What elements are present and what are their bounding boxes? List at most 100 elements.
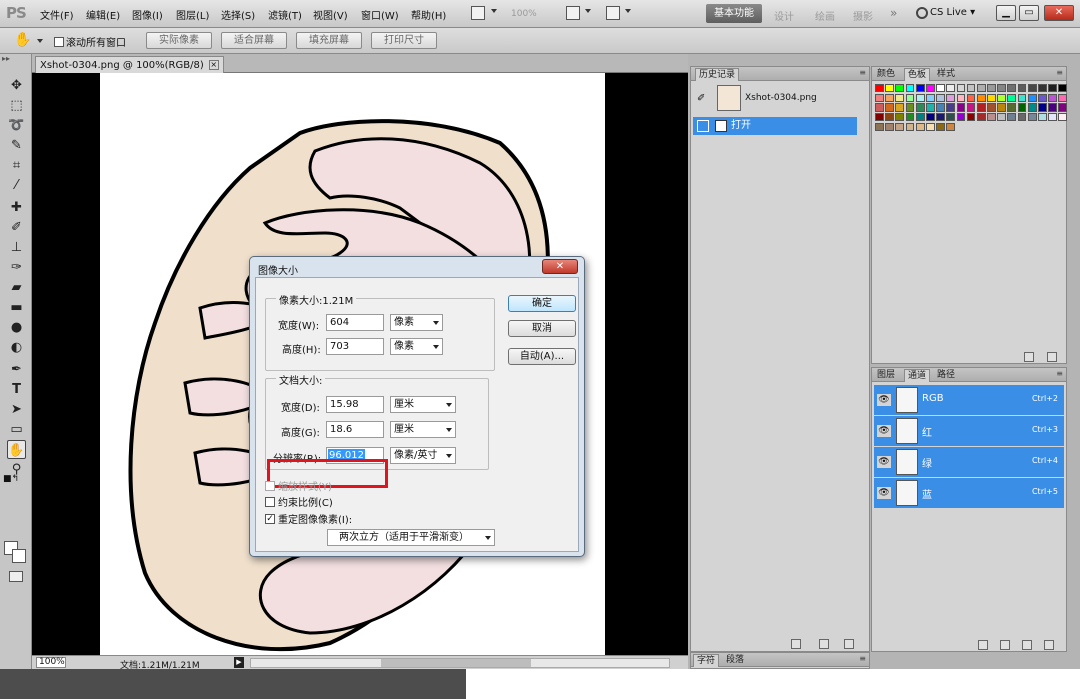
color-swatch[interactable] <box>936 84 945 93</box>
history-brush-source-icon[interactable]: ✐ <box>697 93 705 104</box>
color-swatch[interactable] <box>1048 113 1057 122</box>
checkbox-icon[interactable] <box>265 480 275 491</box>
print-size-button[interactable]: 打印尺寸 <box>371 32 437 49</box>
eye-icon[interactable]: 👁 <box>877 394 891 406</box>
fit-screen-button[interactable]: 适合屏幕 <box>221 32 287 49</box>
new-swatch-icon[interactable] <box>1024 352 1034 362</box>
tab-layers[interactable]: 图层 <box>874 369 898 382</box>
color-swatch[interactable] <box>895 93 905 102</box>
eyedropper-tool-icon[interactable]: ⁄ <box>7 176 26 195</box>
shape-tool-icon[interactable]: ▭ <box>7 420 26 439</box>
color-swatch[interactable] <box>875 84 884 93</box>
zoom-dropdown[interactable]: 100% <box>511 9 537 19</box>
tab-paths[interactable]: 路径 <box>934 369 958 382</box>
color-swatch[interactable] <box>925 122 935 132</box>
color-swatch[interactable] <box>1017 93 1027 102</box>
color-swatch[interactable] <box>976 84 986 93</box>
color-swatch[interactable] <box>1027 113 1037 122</box>
color-swatch[interactable] <box>925 84 935 93</box>
history-brush-tool-icon[interactable]: ✑ <box>7 258 26 277</box>
color-swatch[interactable] <box>976 113 986 122</box>
color-swatch[interactable] <box>895 84 905 93</box>
resample-image-checkbox[interactable]: ✓ 重定图像像素(I): <box>265 511 352 526</box>
color-swatch[interactable] <box>1027 84 1037 93</box>
color-swatch[interactable] <box>1058 113 1068 122</box>
lasso-tool-icon[interactable]: ➰ <box>7 116 26 135</box>
color-swatch[interactable] <box>875 93 884 102</box>
tab-channels[interactable]: 通道 <box>904 369 931 382</box>
color-swatch[interactable] <box>905 103 915 112</box>
move-tool-icon[interactable]: ✥ <box>7 76 26 95</box>
color-swatch[interactable] <box>925 113 935 122</box>
color-swatch[interactable] <box>895 113 905 122</box>
actual-pixels-button[interactable]: 实际像素 <box>146 32 212 49</box>
eraser-tool-icon[interactable]: ▰ <box>7 278 26 297</box>
color-swatch[interactable] <box>997 103 1007 112</box>
minimize-button[interactable]: ▁ <box>996 5 1016 21</box>
scale-styles-checkbox[interactable]: 缩放样式(Y) <box>265 478 332 493</box>
close-dialog-button[interactable]: ✕ <box>542 259 578 274</box>
scrollbar-thumb[interactable] <box>381 659 531 667</box>
color-swatch[interactable] <box>936 113 945 122</box>
fill-screen-button[interactable]: 填充屏幕 <box>296 32 362 49</box>
quick-select-tool-icon[interactable]: ✎ <box>7 136 26 155</box>
eye-icon[interactable]: 👁 <box>877 487 891 499</box>
stamp-tool-icon[interactable]: ⊥ <box>7 238 26 257</box>
swap-colors-icon[interactable]: ■↰ <box>3 474 19 484</box>
trash-icon[interactable] <box>844 639 854 649</box>
color-swatch[interactable] <box>905 122 915 132</box>
color-swatch[interactable] <box>885 93 894 102</box>
color-swatch[interactable] <box>936 122 945 132</box>
color-swatch[interactable] <box>966 113 976 122</box>
color-swatch[interactable] <box>946 103 956 112</box>
workspace-photography[interactable]: 摄影 <box>853 8 873 23</box>
color-swatch[interactable] <box>966 93 976 102</box>
color-swatch[interactable] <box>956 93 966 102</box>
color-swatch[interactable] <box>885 103 894 112</box>
color-swatch[interactable] <box>925 93 935 102</box>
channel-row-rgb[interactable]: 👁 RGB Ctrl+2 <box>874 385 1064 415</box>
menu-edit[interactable]: 编辑(E) <box>86 7 120 22</box>
panel-menu-icon[interactable]: ≡ <box>859 68 866 77</box>
color-swatch[interactable] <box>905 84 915 93</box>
color-swatch[interactable] <box>976 93 986 102</box>
brush-tool-icon[interactable]: ✐ <box>7 218 26 237</box>
close-icon[interactable]: × <box>208 60 219 70</box>
color-swatch[interactable] <box>966 103 976 112</box>
color-swatch[interactable] <box>1007 93 1017 102</box>
checkbox-icon[interactable] <box>265 496 275 507</box>
channel-row-green[interactable]: 👁 绿 Ctrl+4 <box>874 447 1064 477</box>
color-swatch[interactable] <box>956 103 966 112</box>
color-swatch[interactable] <box>875 122 884 132</box>
color-swatch[interactable] <box>1058 93 1068 102</box>
menu-filter[interactable]: 滤镜(T) <box>268 7 302 22</box>
arrange-documents-icon[interactable] <box>566 6 580 20</box>
healing-tool-icon[interactable]: ✚ <box>7 198 26 217</box>
color-swatch[interactable] <box>1038 84 1047 93</box>
horizontal-scrollbar[interactable] <box>250 658 670 668</box>
menu-file[interactable]: 文件(F) <box>40 7 74 22</box>
color-swatch[interactable] <box>915 84 925 93</box>
blur-tool-icon[interactable]: ● <box>7 318 26 337</box>
chevron-down-icon[interactable] <box>37 39 43 43</box>
color-swatch[interactable] <box>1017 84 1027 93</box>
tab-paragraph[interactable]: 段落 <box>723 654 747 667</box>
color-swatch[interactable] <box>987 84 996 93</box>
panel-menu-icon[interactable]: ≡ <box>859 654 866 663</box>
quick-mask-icon[interactable] <box>9 571 23 582</box>
chevron-down-icon[interactable] <box>491 9 497 13</box>
constrain-proportions-checkbox[interactable]: 约束比例(C) <box>265 494 333 509</box>
color-swatch[interactable] <box>875 103 884 112</box>
color-swatch[interactable] <box>997 84 1007 93</box>
color-swatch[interactable] <box>1038 113 1047 122</box>
checkmark-icon[interactable]: ✓ <box>265 513 275 524</box>
color-swatch[interactable] <box>936 93 945 102</box>
color-swatch[interactable] <box>1017 113 1027 122</box>
dodge-tool-icon[interactable]: ◐ <box>7 338 26 357</box>
workspace-essentials-button[interactable]: 基本功能 <box>706 4 762 23</box>
channel-row-blue[interactable]: 👁 蓝 Ctrl+5 <box>874 478 1064 508</box>
tab-color[interactable]: 颜色 <box>874 68 898 81</box>
menu-help[interactable]: 帮助(H) <box>411 7 446 22</box>
screen-mode-icon[interactable] <box>606 6 620 20</box>
crop-tool-icon[interactable]: ⌗ <box>7 156 26 175</box>
